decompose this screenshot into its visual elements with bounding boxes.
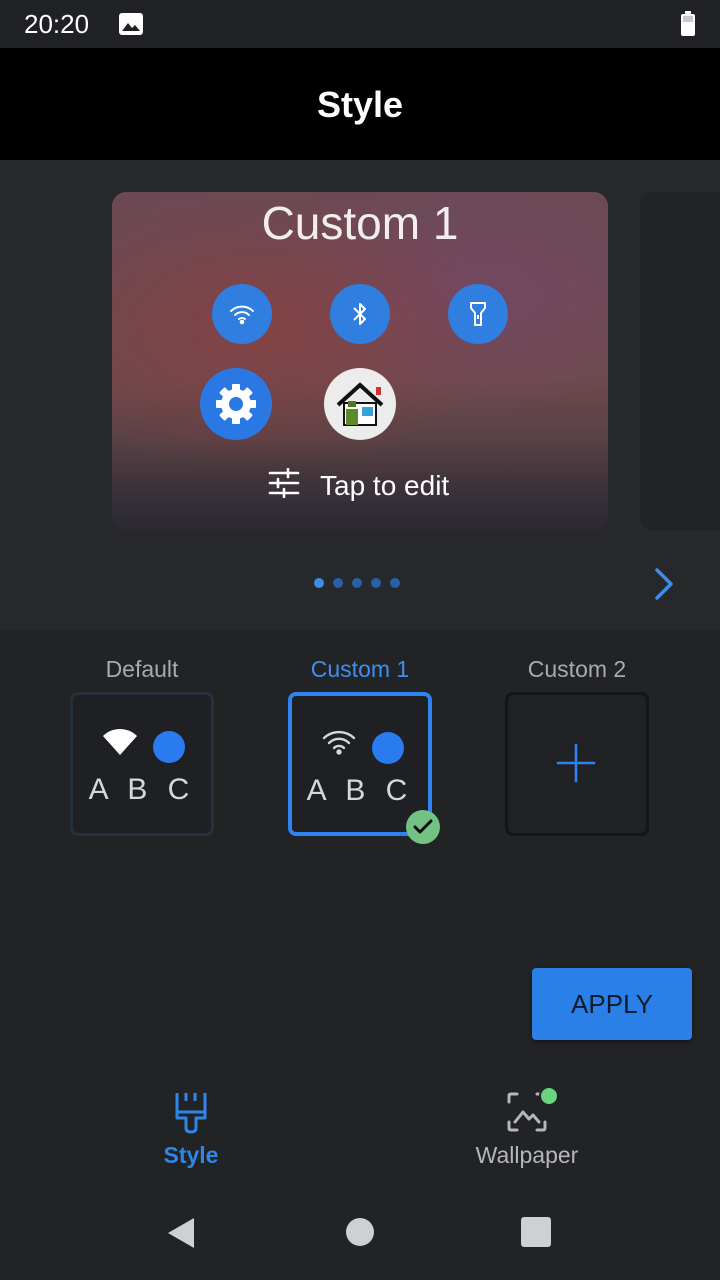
battery-icon <box>680 11 696 42</box>
check-icon <box>406 810 440 844</box>
paintbrush-icon <box>169 1090 213 1134</box>
settings-app-icon <box>200 368 272 440</box>
app-bar: Style <box>0 48 720 160</box>
status-time: 20:20 <box>24 9 90 39</box>
style-tile-custom-2[interactable] <box>505 692 649 836</box>
page-dot <box>333 578 343 588</box>
nav-item-wallpaper[interactable]: Wallpaper <box>427 1070 627 1169</box>
page-dot <box>314 578 324 588</box>
next-preview-card[interactable] <box>640 192 720 531</box>
style-tile-default[interactable]: A B C <box>70 692 214 836</box>
add-icon <box>556 743 596 788</box>
font-sample: A B C <box>306 774 414 807</box>
system-navigation-bar <box>0 1190 720 1280</box>
preview-card-title: Custom 1 <box>261 197 459 249</box>
wifi-icon <box>101 725 139 762</box>
chevron-right-icon[interactable] <box>652 566 676 607</box>
page-dot <box>371 578 381 588</box>
nav-item-style[interactable]: Style <box>91 1070 291 1169</box>
style-tile-custom-1[interactable]: A B C <box>288 692 440 844</box>
status-bar: 20:20 <box>0 0 720 48</box>
page-dot <box>352 578 362 588</box>
page-indicator <box>314 578 400 588</box>
back-icon[interactable] <box>166 1216 196 1255</box>
page-title: Style <box>316 84 404 125</box>
font-sample: A B C <box>88 773 196 806</box>
recents-icon[interactable] <box>521 1217 551 1247</box>
bluetooth-icon <box>330 284 390 344</box>
wifi-icon <box>320 726 358 763</box>
style-option-label: Custom 2 <box>527 656 627 682</box>
nav-label-style: Style <box>163 1142 219 1168</box>
style-option-label: Default <box>105 656 179 682</box>
accent-dot <box>372 732 404 764</box>
apply-button[interactable]: APPLY <box>532 968 692 1040</box>
style-option-label: Custom 1 <box>310 656 410 682</box>
nav-label-wallpaper: Wallpaper <box>475 1142 579 1168</box>
flashlight-icon <box>448 284 508 344</box>
page-dot <box>390 578 400 588</box>
wallpaper-icon <box>505 1086 559 1134</box>
tap-to-edit-label: Tap to edit <box>320 469 450 501</box>
home-app-icon <box>324 368 396 440</box>
wifi-icon <box>212 284 272 344</box>
bottom-navigation: Style Wallpaper <box>0 1070 720 1190</box>
tap-to-edit[interactable]: Tap to edit <box>268 467 450 503</box>
preview-carousel[interactable]: Custom 1 Tap to edit <box>0 160 720 630</box>
accent-dot <box>153 731 185 763</box>
image-icon <box>118 12 144 41</box>
tune-icon <box>268 467 300 503</box>
preview-card[interactable]: Custom 1 Tap to edit <box>112 192 608 531</box>
home-icon[interactable] <box>346 1218 374 1246</box>
notification-dot <box>539 1086 559 1106</box>
